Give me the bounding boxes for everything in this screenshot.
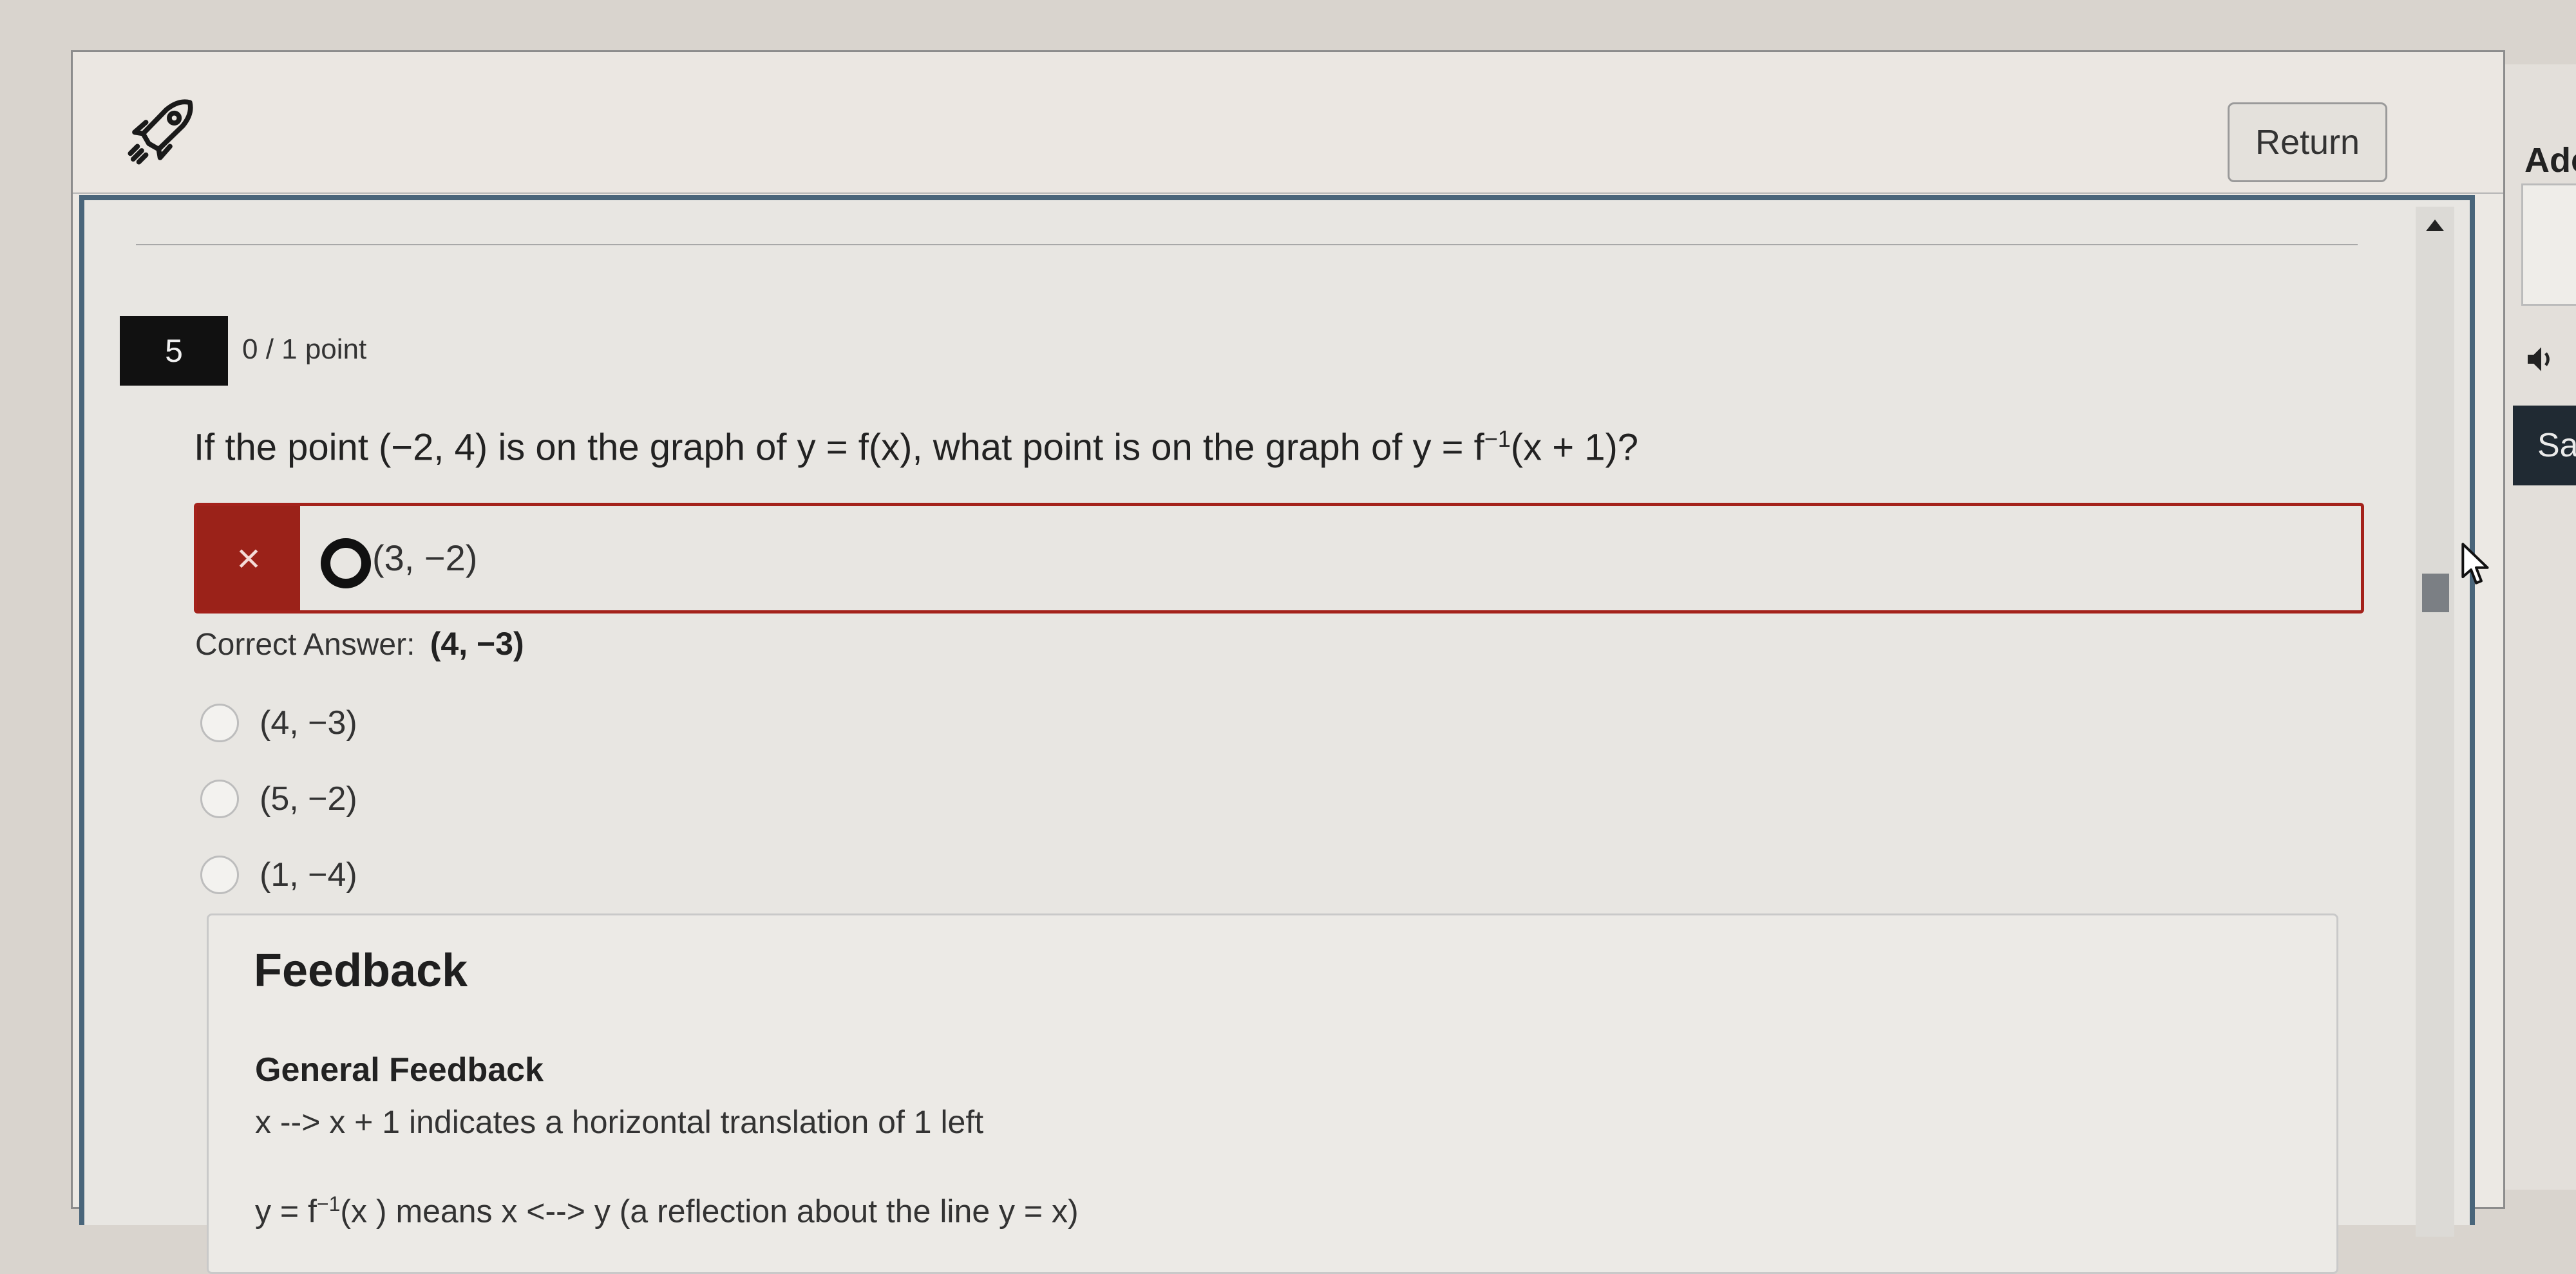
scroll-up-arrow-icon[interactable]: [2426, 220, 2444, 231]
selected-radio: [321, 538, 371, 588]
question-text: If the point (−2, 4) is on the graph of …: [194, 426, 1639, 469]
option-radio[interactable]: [200, 780, 239, 818]
panel-divider: [136, 244, 2358, 245]
option-radio[interactable]: [200, 856, 239, 894]
correct-answer-label: Correct Answer:: [195, 628, 415, 662]
option-radio[interactable]: [200, 704, 239, 742]
correct-answer: Correct Answer: (4, −3): [195, 625, 524, 662]
answer-option[interactable]: (4, −3): [200, 697, 357, 749]
return-button[interactable]: Return: [2228, 102, 2387, 182]
sidebar-input[interactable]: [2521, 183, 2576, 306]
scrollbar[interactable]: [2416, 207, 2454, 1237]
selected-answer-label: (3, −2): [372, 538, 478, 578]
feedback-title: Feedback: [254, 945, 468, 997]
question-panel: 5 0 / 1 point If the point (−2, 4) is on…: [79, 195, 2475, 1274]
answer-option[interactable]: (5, −2): [200, 773, 357, 825]
question-number-badge: 5: [120, 316, 228, 386]
speaker-icon[interactable]: [2523, 341, 2559, 377]
save-button[interactable]: Sa: [2513, 406, 2576, 485]
header-bar: Return: [73, 52, 2503, 194]
general-feedback-title: General Feedback: [255, 1051, 544, 1089]
incorrect-icon: ×: [197, 506, 300, 610]
option-label: (5, −2): [260, 780, 357, 818]
sidebar-label: Adc: [2524, 141, 2576, 180]
answer-option[interactable]: (1, −4): [200, 849, 357, 901]
option-label: (1, −4): [260, 856, 357, 894]
correct-answer-value: (4, −3): [430, 626, 524, 662]
option-label: (4, −3): [260, 704, 357, 742]
mouse-cursor-icon: [2461, 543, 2489, 585]
scroll-thumb[interactable]: [2422, 574, 2449, 612]
feedback-text-line1: x --> x + 1 indicates a horizontal trans…: [255, 1104, 984, 1140]
feedback-text-line2: y = f−1(x ) means x <--> y (a reflection…: [255, 1192, 1079, 1230]
feedback-box: Feedback General Feedback x --> x + 1 in…: [207, 913, 2338, 1274]
right-sidebar: Adc Sa: [2505, 64, 2576, 1190]
question-points: 0 / 1 point: [242, 333, 367, 365]
selected-answer: × (3, −2): [194, 503, 2364, 614]
rocket-icon[interactable]: [128, 94, 198, 165]
app-frame: Return 5 0 / 1 point If the point (−2, 4…: [71, 50, 2505, 1274]
